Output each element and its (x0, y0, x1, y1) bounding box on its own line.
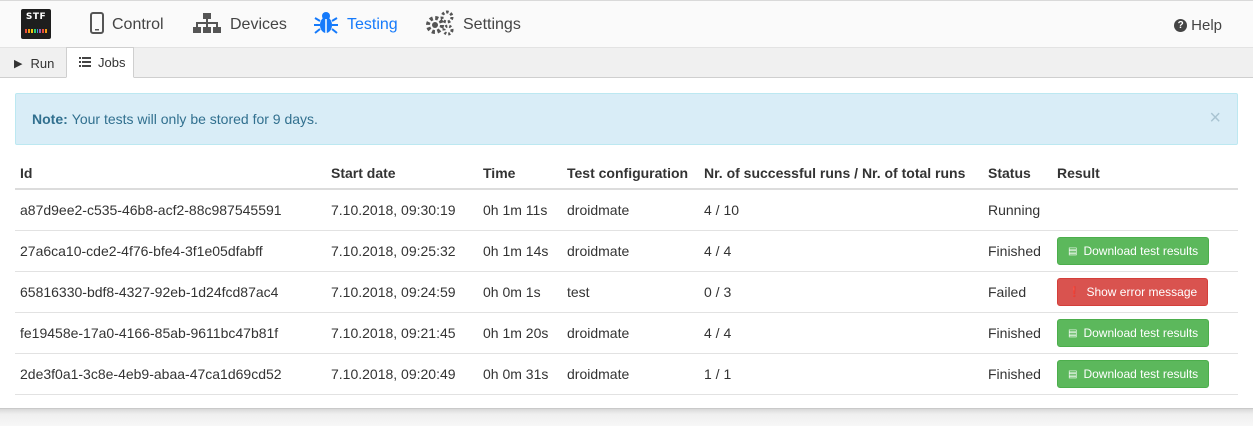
gears-icon (425, 10, 455, 41)
list-icon (79, 55, 91, 70)
nav-control[interactable]: Control (90, 1, 164, 49)
job-start-date: 7.10.2018, 09:24:59 (331, 284, 456, 300)
show-error-button[interactable]: ❗ Show error message (1057, 278, 1209, 306)
archive-icon: ▤ (1068, 245, 1078, 257)
job-time: 0h 0m 31s (483, 366, 549, 382)
job-runs: 4 / 4 (704, 243, 732, 259)
table-header-row: Id Start date Time Test configuration Nr… (15, 157, 1238, 190)
job-start-date: 7.10.2018, 09:20:49 (331, 366, 456, 382)
logo-text: STF (25, 12, 47, 22)
job-time: 0h 1m 11s (483, 202, 548, 218)
nav-settings-label: Settings (463, 16, 521, 33)
header-test-configuration[interactable]: Test configuration (567, 157, 688, 188)
table-row: 2de3f0a1-3c8e-4eb9-abaa-47ca1d69cd52 7.1… (15, 354, 1238, 395)
result-cell: ❗ Show error message (1057, 272, 1209, 312)
job-status: Failed (988, 284, 1027, 300)
table-row: fe19458e-17a0-4166-85ab-9611bc47b81f 7.1… (15, 313, 1238, 354)
help-link[interactable]: ? Help (1174, 1, 1222, 49)
logo-color-bar (25, 29, 47, 33)
job-runs: 4 / 10 (704, 202, 740, 218)
sub-tabs-bar: ▶ Run Jobs (0, 47, 1253, 78)
job-time: 0h 0m 1s (483, 284, 541, 300)
nav-devices-label: Devices (230, 16, 287, 33)
job-runs: 0 / 3 (704, 284, 732, 300)
job-status: Running (988, 202, 1041, 218)
header-runs[interactable]: Nr. of successful runs / Nr. of total ru… (704, 157, 965, 188)
tab-run-label: Run (30, 55, 55, 71)
job-runs: 1 / 1 (704, 366, 732, 382)
sitemap-icon (192, 12, 222, 39)
nav-testing-label: Testing (347, 16, 398, 33)
table-row: a87d9ee2-c535-46b8-acf2-88c987545591 7.1… (15, 190, 1238, 231)
job-id: fe19458e-17a0-4166-85ab-9611bc47b81f (20, 325, 279, 341)
nav-devices[interactable]: Devices (192, 1, 287, 49)
job-config: droidmate (567, 202, 630, 218)
job-start-date: 7.10.2018, 09:30:19 (331, 202, 456, 218)
download-results-label: Download test results (1083, 244, 1199, 258)
header-status[interactable]: Status (988, 157, 1031, 188)
result-cell: ▤ Download test results (1057, 231, 1210, 271)
top-navbar: STF Control Devices Testing Settings ? H… (0, 0, 1253, 48)
mobile-phone-icon (90, 11, 104, 39)
job-id: 2de3f0a1-3c8e-4eb9-abaa-47ca1d69cd52 (20, 366, 282, 382)
play-icon: ▶ (14, 57, 23, 70)
job-config: droidmate (567, 243, 630, 259)
job-status: Finished (988, 325, 1041, 341)
job-id: 27a6ca10-cde2-4f76-bfe4-3f1e05dfabff (20, 243, 263, 259)
tab-jobs-label: Jobs (98, 55, 126, 70)
question-circle-icon: ? (1174, 18, 1188, 32)
table-row: 27a6ca10-cde2-4f76-bfe4-3f1e05dfabff 7.1… (15, 231, 1238, 272)
job-status: Finished (988, 366, 1041, 382)
alert-strong: Note: (32, 111, 68, 127)
header-id[interactable]: Id (20, 157, 32, 188)
result-cell: ▤ Download test results (1057, 313, 1210, 353)
download-results-button[interactable]: ▤ Download test results (1057, 237, 1210, 265)
job-id: a87d9ee2-c535-46b8-acf2-88c987545591 (20, 202, 282, 218)
table-row: 65816330-bdf8-4327-92eb-1d24fcd87ac4 7.1… (15, 272, 1238, 313)
close-icon[interactable]: × (1209, 108, 1221, 128)
job-config: droidmate (567, 325, 630, 341)
result-cell: ▤ Download test results (1057, 354, 1210, 394)
job-time: 0h 1m 14s (483, 243, 549, 259)
exclamation-circle-icon: ❗ (1068, 286, 1081, 298)
job-time: 0h 1m 20s (483, 325, 549, 341)
header-start-date[interactable]: Start date (331, 157, 396, 188)
nav-settings[interactable]: Settings (425, 1, 521, 49)
header-time[interactable]: Time (483, 157, 515, 188)
storage-note-alert: Note: Your tests will only be stored for… (15, 93, 1238, 145)
job-start-date: 7.10.2018, 09:25:32 (331, 243, 456, 259)
help-label: Help (1191, 16, 1222, 34)
archive-icon: ▤ (1068, 327, 1078, 339)
job-start-date: 7.10.2018, 09:21:45 (331, 325, 456, 341)
download-results-label: Download test results (1083, 326, 1199, 340)
job-status: Finished (988, 243, 1041, 259)
alert-text: Your tests will only be stored for 9 day… (71, 111, 318, 127)
header-result[interactable]: Result (1057, 157, 1100, 188)
job-config: test (567, 284, 590, 300)
job-id: 65816330-bdf8-4327-92eb-1d24fcd87ac4 (20, 284, 279, 300)
tab-jobs[interactable]: Jobs (66, 47, 134, 78)
show-error-label: Show error message (1086, 285, 1198, 299)
nav-testing[interactable]: Testing (313, 1, 398, 49)
archive-icon: ▤ (1068, 368, 1078, 380)
window-bottom-edge (0, 408, 1253, 426)
download-results-label: Download test results (1083, 367, 1199, 381)
tab-run[interactable]: ▶ Run (0, 48, 66, 78)
bug-icon (313, 11, 339, 40)
jobs-table: Id Start date Time Test configuration Nr… (15, 157, 1238, 395)
nav-control-label: Control (112, 16, 164, 33)
job-runs: 4 / 4 (704, 325, 732, 341)
stf-logo[interactable]: STF (21, 9, 51, 39)
download-results-button[interactable]: ▤ Download test results (1057, 319, 1210, 347)
job-config: droidmate (567, 366, 630, 382)
download-results-button[interactable]: ▤ Download test results (1057, 360, 1210, 388)
